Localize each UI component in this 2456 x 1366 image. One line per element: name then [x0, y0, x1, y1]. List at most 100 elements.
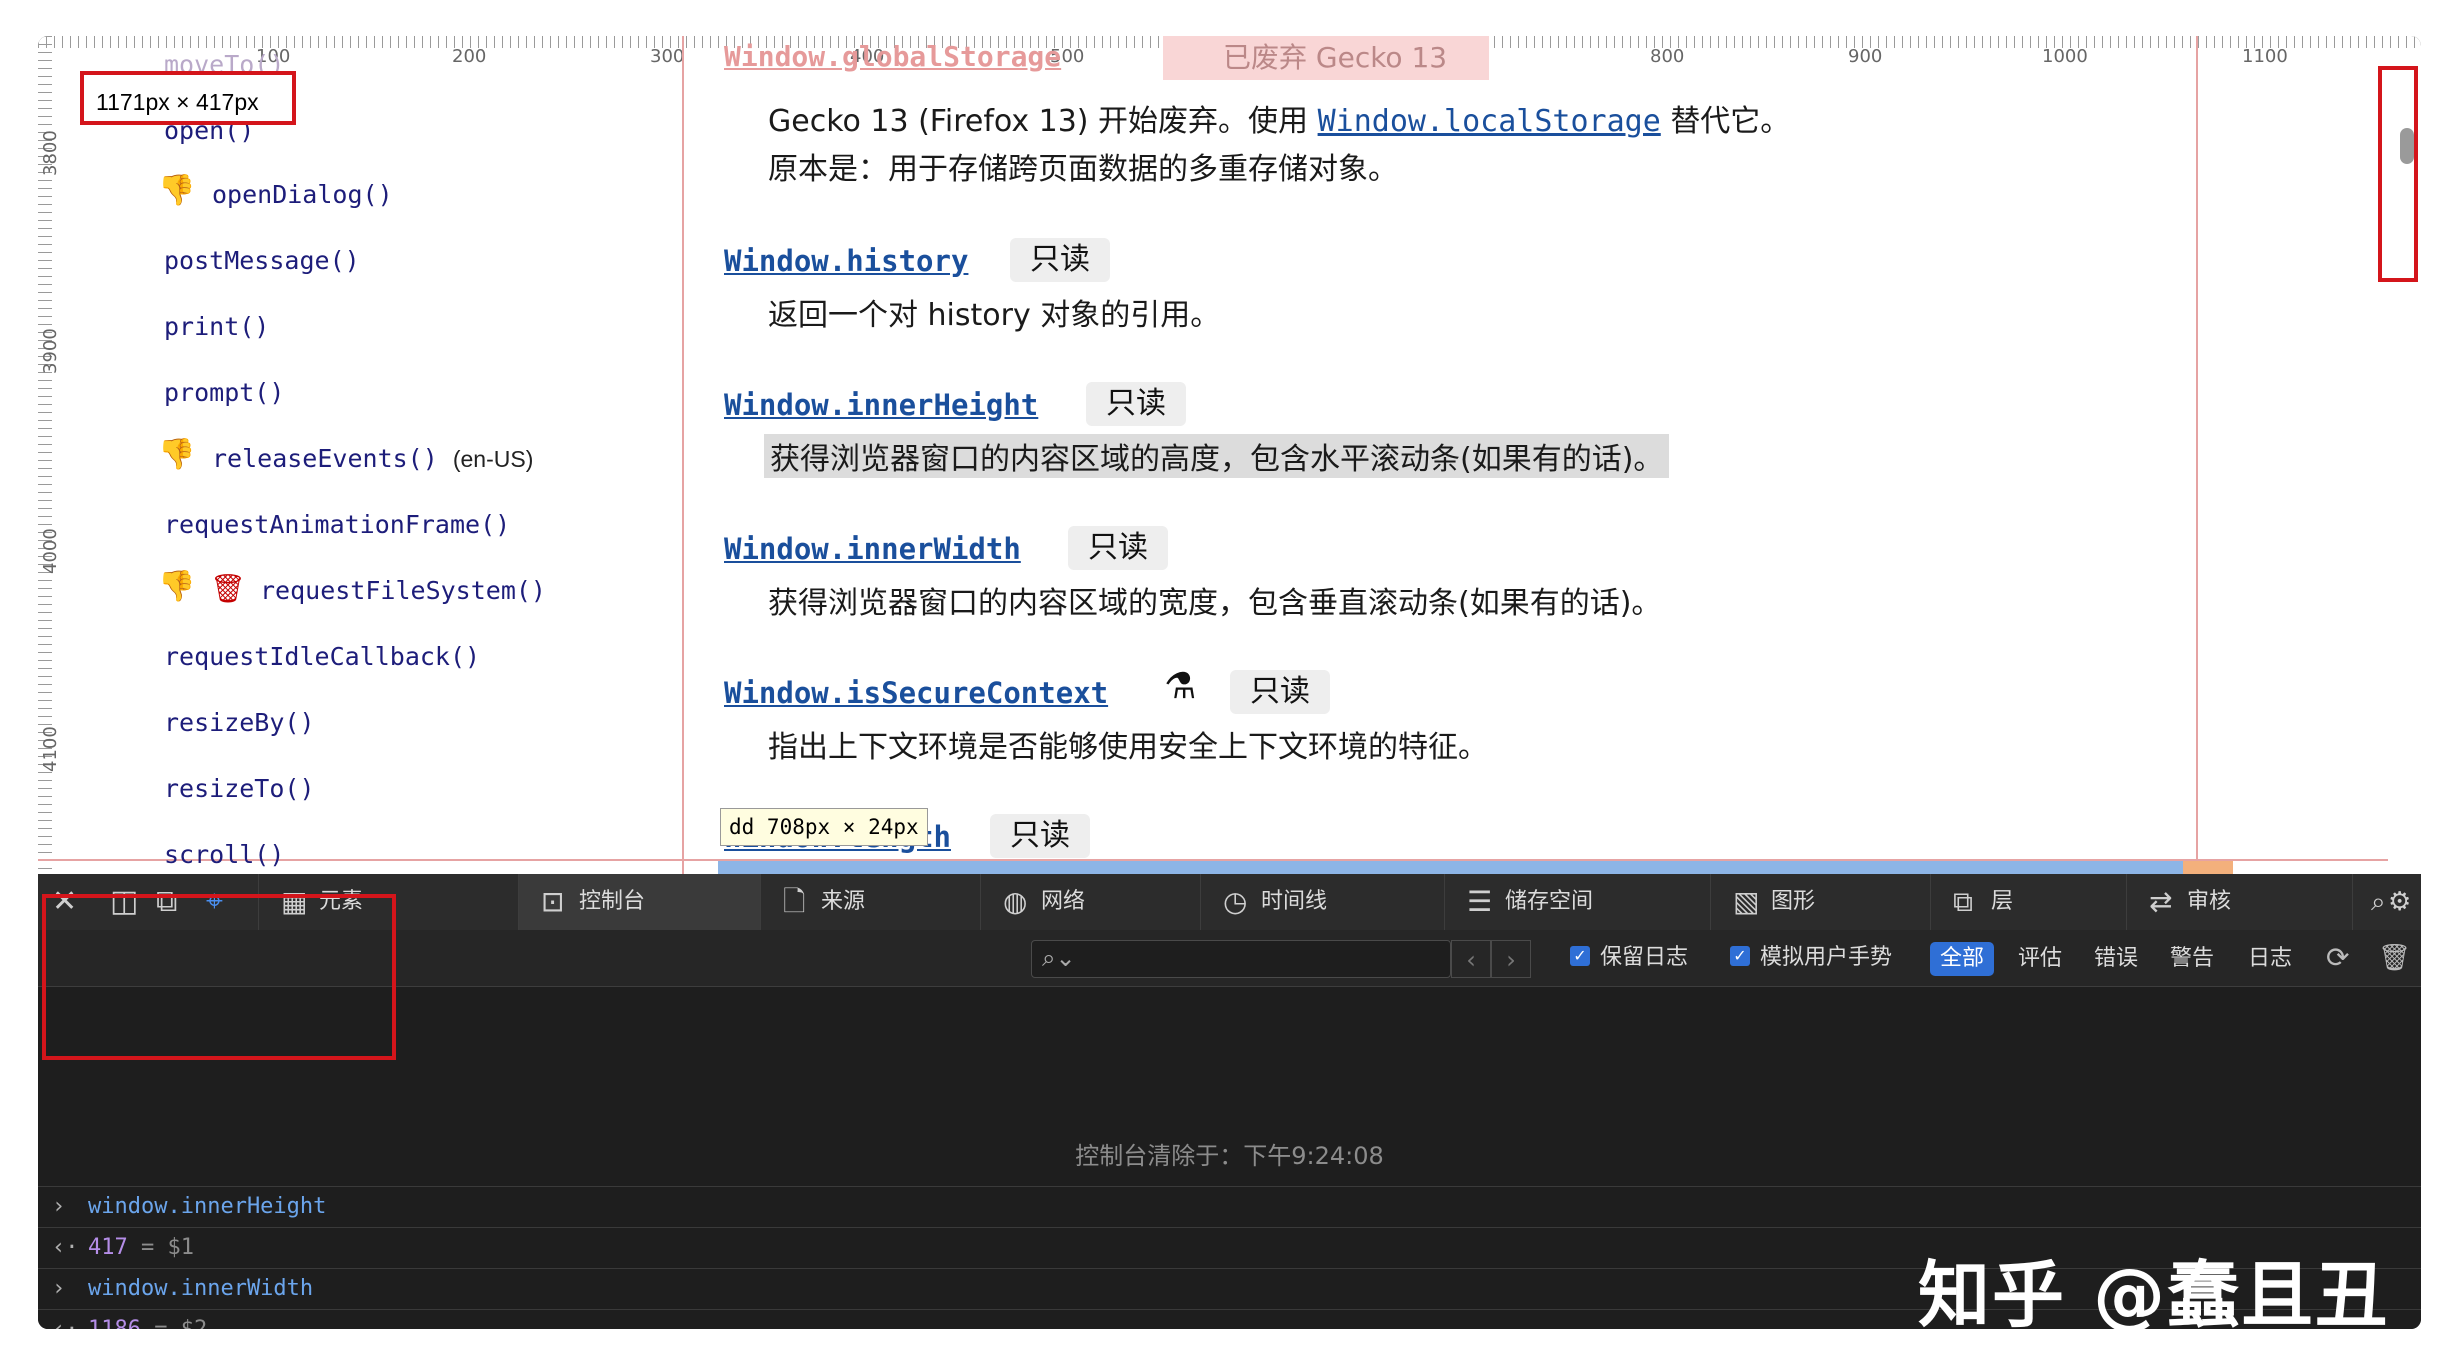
- term-innerheight[interactable]: Window.innerHeight: [724, 388, 1038, 422]
- tab-timeline[interactable]: ◷ 时间线: [1200, 874, 1444, 930]
- term-issecurecontext[interactable]: Window.isSecureContext: [724, 676, 1108, 710]
- preserve-log-label: 保留日志: [1600, 945, 1689, 970]
- desc-text: 替代它。: [1670, 104, 1791, 139]
- sidebar-item[interactable]: resizeBy(): [164, 708, 315, 737]
- storage-icon: ☰: [1467, 885, 1493, 918]
- tab-label: 来源: [821, 889, 866, 914]
- tab-label: 审核: [2187, 889, 2232, 914]
- ruler-tick: 3900: [40, 328, 61, 374]
- search-icon[interactable]: ⌕: [2352, 874, 2386, 930]
- watermark: 知乎 @蠢且丑: [1918, 1253, 2390, 1329]
- console-output-value: 417 = $1: [88, 1228, 194, 1268]
- sidebar-item[interactable]: prompt(): [164, 378, 284, 407]
- level-logs[interactable]: 日志: [2238, 942, 2302, 976]
- margin-highlight: [2183, 861, 2233, 874]
- tab-label: 图形: [1771, 889, 1816, 914]
- clear-console-icon[interactable]: 🗑: [2378, 930, 2411, 986]
- term-history[interactable]: Window.history: [724, 244, 968, 278]
- ruler-tick: 4100: [40, 726, 61, 772]
- sidebar-item[interactable]: requestFileSystem(): [260, 576, 546, 605]
- sidebar-item[interactable]: requestIdleCallback(): [164, 642, 480, 671]
- flask-icon: ⚗: [1164, 666, 1197, 707]
- output-var: = $1: [141, 1235, 194, 1260]
- web-page: 100 200 300 400 500 600 700 800 900 1000…: [38, 36, 2421, 874]
- tab-sources[interactable]: 🗋 来源: [760, 874, 980, 930]
- tab-graphics[interactable]: ▧ 图形: [1710, 874, 1930, 930]
- prev-match-button[interactable]: ‹: [1451, 940, 1491, 978]
- timeline-icon: ◷: [1223, 885, 1248, 918]
- tab-label: 网络: [1041, 889, 1086, 914]
- sources-icon: 🗋: [783, 885, 806, 918]
- output-arrow-icon: ‹·: [52, 1235, 79, 1260]
- term-description: 获得浏览器窗口的内容区域的宽度，包含垂直滚动条(如果有的话)。: [768, 586, 1662, 621]
- thumbs-down-icon: 👎: [158, 173, 196, 208]
- console-output-value: 1186 = $2: [88, 1310, 207, 1329]
- ruler-tick: 3800: [40, 130, 61, 176]
- console-input-text: window.innerHeight: [88, 1194, 327, 1219]
- chevron-right-icon: ›: [52, 1194, 66, 1219]
- tab-storage[interactable]: ☰ 储存空间: [1444, 874, 1710, 930]
- deprecated-description: Gecko 13 (Firefox 13) 开始废弃。使用 Window.loc…: [768, 96, 1790, 140]
- sidebar-item-label: releaseEvents(): [212, 444, 438, 473]
- console-filter-input[interactable]: ⌕⌄: [1031, 940, 1451, 978]
- deprecated-description-2: 原本是：用于存储跨页面数据的多重存储对象。: [768, 152, 1398, 187]
- window-frame: 100 200 300 400 500 600 700 800 900 1000…: [38, 36, 2421, 1329]
- sidebar-item[interactable]: print(): [164, 312, 269, 341]
- sidebar-item[interactable]: scroll(): [164, 840, 284, 869]
- tab-audit[interactable]: ⇄ 审核: [2126, 874, 2342, 930]
- output-var: = $2: [154, 1317, 207, 1329]
- readonly-badge: 只读: [1010, 238, 1110, 282]
- trash-icon: 🗑: [210, 572, 246, 605]
- element-tooltip: dd 708px × 24px: [720, 808, 928, 846]
- level-evaluations[interactable]: 评估: [2008, 942, 2072, 976]
- readonly-badge: 只读: [1086, 382, 1186, 426]
- audit-icon: ⇄: [2149, 885, 2173, 918]
- preserve-log-checkbox[interactable]: ✓: [1570, 946, 1590, 966]
- console-input-line[interactable]: › window.innerHeight: [38, 1186, 2421, 1227]
- sidebar-item[interactable]: postMessage(): [164, 246, 360, 275]
- locale-suffix: (en-US): [452, 446, 534, 472]
- level-errors[interactable]: 错误: [2084, 942, 2148, 976]
- tab-layers[interactable]: ⧉ 层: [1930, 874, 2126, 930]
- readonly-badge: 只读: [1230, 670, 1330, 714]
- level-warnings[interactable]: 警告: [2160, 942, 2224, 976]
- ruler-tick: 1100: [2242, 46, 2288, 67]
- output-number: 1186: [88, 1317, 141, 1329]
- sidebar-item[interactable]: requestAnimationFrame(): [164, 510, 510, 539]
- dimension-overlay: 1171px × 417px: [80, 71, 296, 125]
- thumbs-down-icon: 👎: [158, 569, 196, 604]
- network-icon: ◍: [1003, 885, 1028, 918]
- graphics-icon: ▧: [1733, 885, 1760, 918]
- tab-label: 储存空间: [1505, 889, 1594, 914]
- sidebar-item[interactable]: resizeTo(): [164, 774, 315, 803]
- sidebar-nav: moveTo() open() 👎 openDialog() postMessa…: [74, 36, 718, 874]
- thumbs-down-icon: 👎: [158, 437, 196, 472]
- sidebar-item[interactable]: releaseEvents() (en-US): [212, 444, 533, 473]
- tab-label: 控制台: [579, 889, 646, 914]
- console-cleared-message: 控制台清除于：下午9:24:08: [1075, 1142, 1384, 1170]
- console-input-text: window.innerWidth: [88, 1276, 314, 1301]
- reload-icon[interactable]: ⟳: [2326, 930, 2349, 986]
- sidebar-item[interactable]: openDialog(): [212, 180, 393, 209]
- term-innerwidth[interactable]: Window.innerWidth: [724, 532, 1021, 566]
- next-match-button[interactable]: ›: [1491, 940, 1531, 978]
- chevron-right-icon: ›: [52, 1276, 66, 1301]
- readonly-badge: 只读: [1068, 526, 1168, 570]
- layers-icon: ⧉: [1953, 885, 1973, 918]
- console-icon: ⊡: [541, 885, 565, 918]
- term-description-highlighted: 获得浏览器窗口的内容区域的高度，包含水平滚动条(如果有的话)。: [764, 434, 1670, 478]
- emulate-gesture-checkbox[interactable]: ✓: [1730, 946, 1750, 966]
- localstorage-link[interactable]: Window.localStorage: [1318, 104, 1661, 139]
- tab-console[interactable]: ⊡ 控制台: [518, 874, 760, 930]
- emulate-gesture-label: 模拟用户手势: [1760, 945, 1893, 970]
- tab-network[interactable]: ◍ 网络: [980, 874, 1200, 930]
- term-description: 指出上下文环境是否能够使用安全上下文环境的特征。: [768, 730, 1488, 765]
- term-description: 返回一个对 history 对象的引用。: [768, 298, 1221, 333]
- level-all[interactable]: 全部: [1930, 942, 1995, 976]
- element-highlight: [718, 861, 2188, 874]
- gear-icon[interactable]: ⚙: [2388, 874, 2411, 930]
- ruler-tick: 4000: [40, 528, 61, 574]
- tab-label: 时间线: [1261, 889, 1328, 914]
- tab-label: 层: [1991, 889, 2014, 914]
- console-highlight-box: [42, 894, 396, 1060]
